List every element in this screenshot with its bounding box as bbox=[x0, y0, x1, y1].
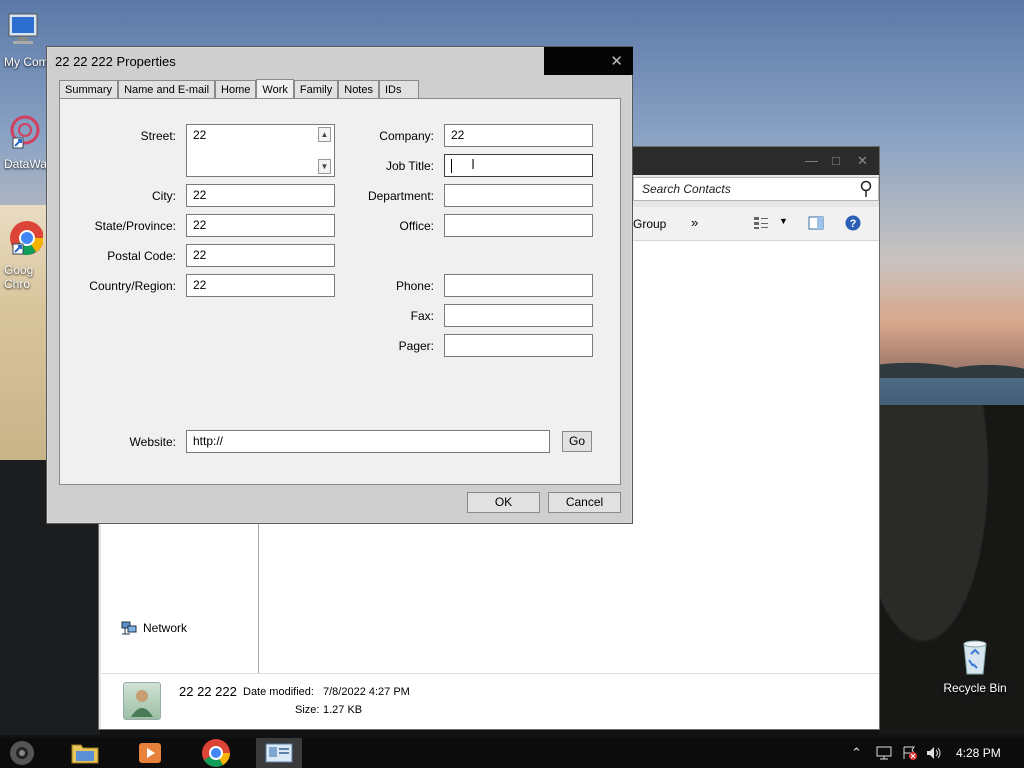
show-hidden-icons-icon[interactable]: ⌃ bbox=[851, 745, 862, 761]
desktop-wallpaper-rocks bbox=[880, 350, 1024, 380]
contact-avatar bbox=[123, 682, 161, 720]
tab-ids[interactable]: IDs bbox=[379, 80, 419, 99]
company-field[interactable]: 22 bbox=[444, 124, 593, 147]
nav-item-label: Network bbox=[143, 621, 188, 635]
close-icon[interactable]: ✕ bbox=[857, 153, 868, 169]
size-value: 1.27 KB bbox=[323, 704, 363, 716]
search-placeholder: Search Contacts bbox=[642, 182, 731, 196]
dialog-titlebar-controls: ✕ bbox=[544, 47, 633, 75]
postal-code-field[interactable]: 22 bbox=[186, 244, 335, 267]
views-dropdown-icon[interactable]: ▼ bbox=[779, 216, 788, 226]
desktop-icon-recycle-bin[interactable]: Recycle Bin bbox=[938, 636, 1012, 695]
country-region-label: Country/Region: bbox=[89, 279, 176, 293]
datawa-icon bbox=[10, 115, 40, 149]
city-label: City: bbox=[152, 189, 176, 203]
taskbar-file-explorer[interactable] bbox=[62, 738, 108, 768]
scroll-down-icon[interactable]: ▼ bbox=[318, 159, 331, 174]
tab-work[interactable]: Work bbox=[256, 79, 294, 99]
tab-home[interactable]: Home bbox=[215, 80, 257, 99]
street-label: Street: bbox=[140, 129, 176, 143]
ibeam-cursor-icon: Ⅰ bbox=[471, 156, 476, 172]
maximize-icon[interactable]: □ bbox=[832, 153, 840, 168]
folder-icon bbox=[71, 744, 99, 764]
office-label: Office: bbox=[399, 219, 434, 233]
phone-label: Phone: bbox=[395, 279, 434, 293]
ok-button[interactable]: OK bbox=[467, 492, 540, 513]
contact-name: 22 22 222 bbox=[179, 684, 237, 699]
taskbar-media-player[interactable] bbox=[127, 738, 173, 768]
contact-person-icon bbox=[131, 690, 153, 717]
taskbar-contacts[interactable] bbox=[256, 738, 302, 768]
views-icon[interactable] bbox=[753, 216, 769, 230]
network-icon bbox=[121, 621, 137, 635]
volume-icon[interactable] bbox=[926, 746, 942, 760]
desktop-icon-label: Goog Chro bbox=[4, 263, 34, 291]
company-label: Company: bbox=[379, 129, 434, 143]
tab-family[interactable]: Family bbox=[293, 80, 339, 99]
phone-field[interactable] bbox=[444, 274, 593, 297]
tab-summary[interactable]: Summary bbox=[59, 80, 119, 99]
desktop-icon-label: Recycle Bin bbox=[943, 681, 1007, 695]
postal-code-label: Postal Code: bbox=[107, 249, 176, 263]
pager-field[interactable] bbox=[444, 334, 593, 357]
department-field[interactable] bbox=[444, 184, 593, 207]
search-icon[interactable] bbox=[860, 180, 872, 198]
job-title-field[interactable]: Ⅰ bbox=[444, 154, 593, 177]
minimize-icon[interactable]: — bbox=[805, 153, 818, 168]
action-center-flag-icon[interactable] bbox=[902, 746, 918, 760]
size-label: Size: bbox=[295, 704, 320, 716]
tab-name-and-email[interactable]: Name and E-mail bbox=[118, 80, 216, 99]
department-label: Department: bbox=[367, 189, 434, 203]
dialog-title: 22 22 222 Properties bbox=[55, 54, 176, 69]
more-chevron-button[interactable]: » bbox=[691, 215, 698, 230]
fax-field[interactable] bbox=[444, 304, 593, 327]
country-region-field[interactable]: 22 bbox=[186, 274, 335, 297]
scroll-up-icon[interactable]: ▲ bbox=[318, 127, 331, 142]
taskbar-chrome[interactable] bbox=[193, 738, 239, 768]
cancel-button[interactable]: Cancel bbox=[548, 492, 621, 513]
state-province-label: State/Province: bbox=[94, 219, 176, 233]
pager-label: Pager: bbox=[398, 339, 434, 353]
office-field[interactable] bbox=[444, 214, 593, 237]
network-tray-icon[interactable] bbox=[876, 746, 892, 760]
computer-icon bbox=[8, 13, 38, 44]
help-icon[interactable]: ? bbox=[845, 215, 861, 231]
website-field[interactable]: http:// bbox=[186, 430, 550, 453]
taskbar-clock[interactable]: 4:28 PM bbox=[956, 746, 1001, 760]
tab-strip: Summary Name and E-mail Home Work Family… bbox=[59, 79, 419, 100]
street-field[interactable]: 22 ▲ ▼ bbox=[186, 124, 335, 177]
media-player-icon bbox=[139, 743, 161, 763]
nav-item-network[interactable]: Network bbox=[121, 621, 187, 635]
close-icon[interactable]: ✕ bbox=[610, 52, 623, 70]
website-label: Website: bbox=[129, 435, 176, 449]
start-button[interactable] bbox=[0, 738, 44, 768]
start-orb-icon bbox=[10, 741, 34, 765]
details-pane: 22 22 222 Date modified: 7/8/2022 4:27 P… bbox=[101, 673, 879, 729]
preview-pane-icon[interactable] bbox=[808, 216, 824, 230]
street-value: 22 bbox=[193, 128, 207, 142]
state-province-field[interactable]: 22 bbox=[186, 214, 335, 237]
svg-text:?: ? bbox=[850, 218, 857, 230]
contacts-toolbar: Group » ▼ ? bbox=[633, 207, 879, 241]
chrome-icon bbox=[10, 221, 44, 255]
go-button[interactable]: Go bbox=[562, 431, 592, 452]
properties-dialog: 22 22 222 Properties ✕ Summary Name and … bbox=[46, 46, 633, 524]
recycle-bin-icon bbox=[963, 640, 987, 675]
taskbar: ⌃ 4:28 PM bbox=[0, 738, 1024, 768]
date-modified-value: 7/8/2022 4:27 PM bbox=[323, 686, 410, 698]
job-title-label: Job Title: bbox=[385, 159, 434, 173]
contacts-card-icon bbox=[265, 743, 293, 763]
fax-label: Fax: bbox=[410, 309, 434, 323]
text-caret bbox=[451, 159, 452, 173]
city-field[interactable]: 22 bbox=[186, 184, 335, 207]
date-modified-label: Date modified: bbox=[243, 686, 314, 698]
work-tab-panel: Street: 22 ▲ ▼ City: 22 State/Province: … bbox=[59, 98, 621, 485]
tab-notes[interactable]: Notes bbox=[338, 80, 379, 99]
search-contacts-input[interactable]: Search Contacts bbox=[633, 177, 879, 201]
group-button[interactable]: Group bbox=[633, 217, 666, 231]
chrome-icon bbox=[202, 739, 230, 767]
